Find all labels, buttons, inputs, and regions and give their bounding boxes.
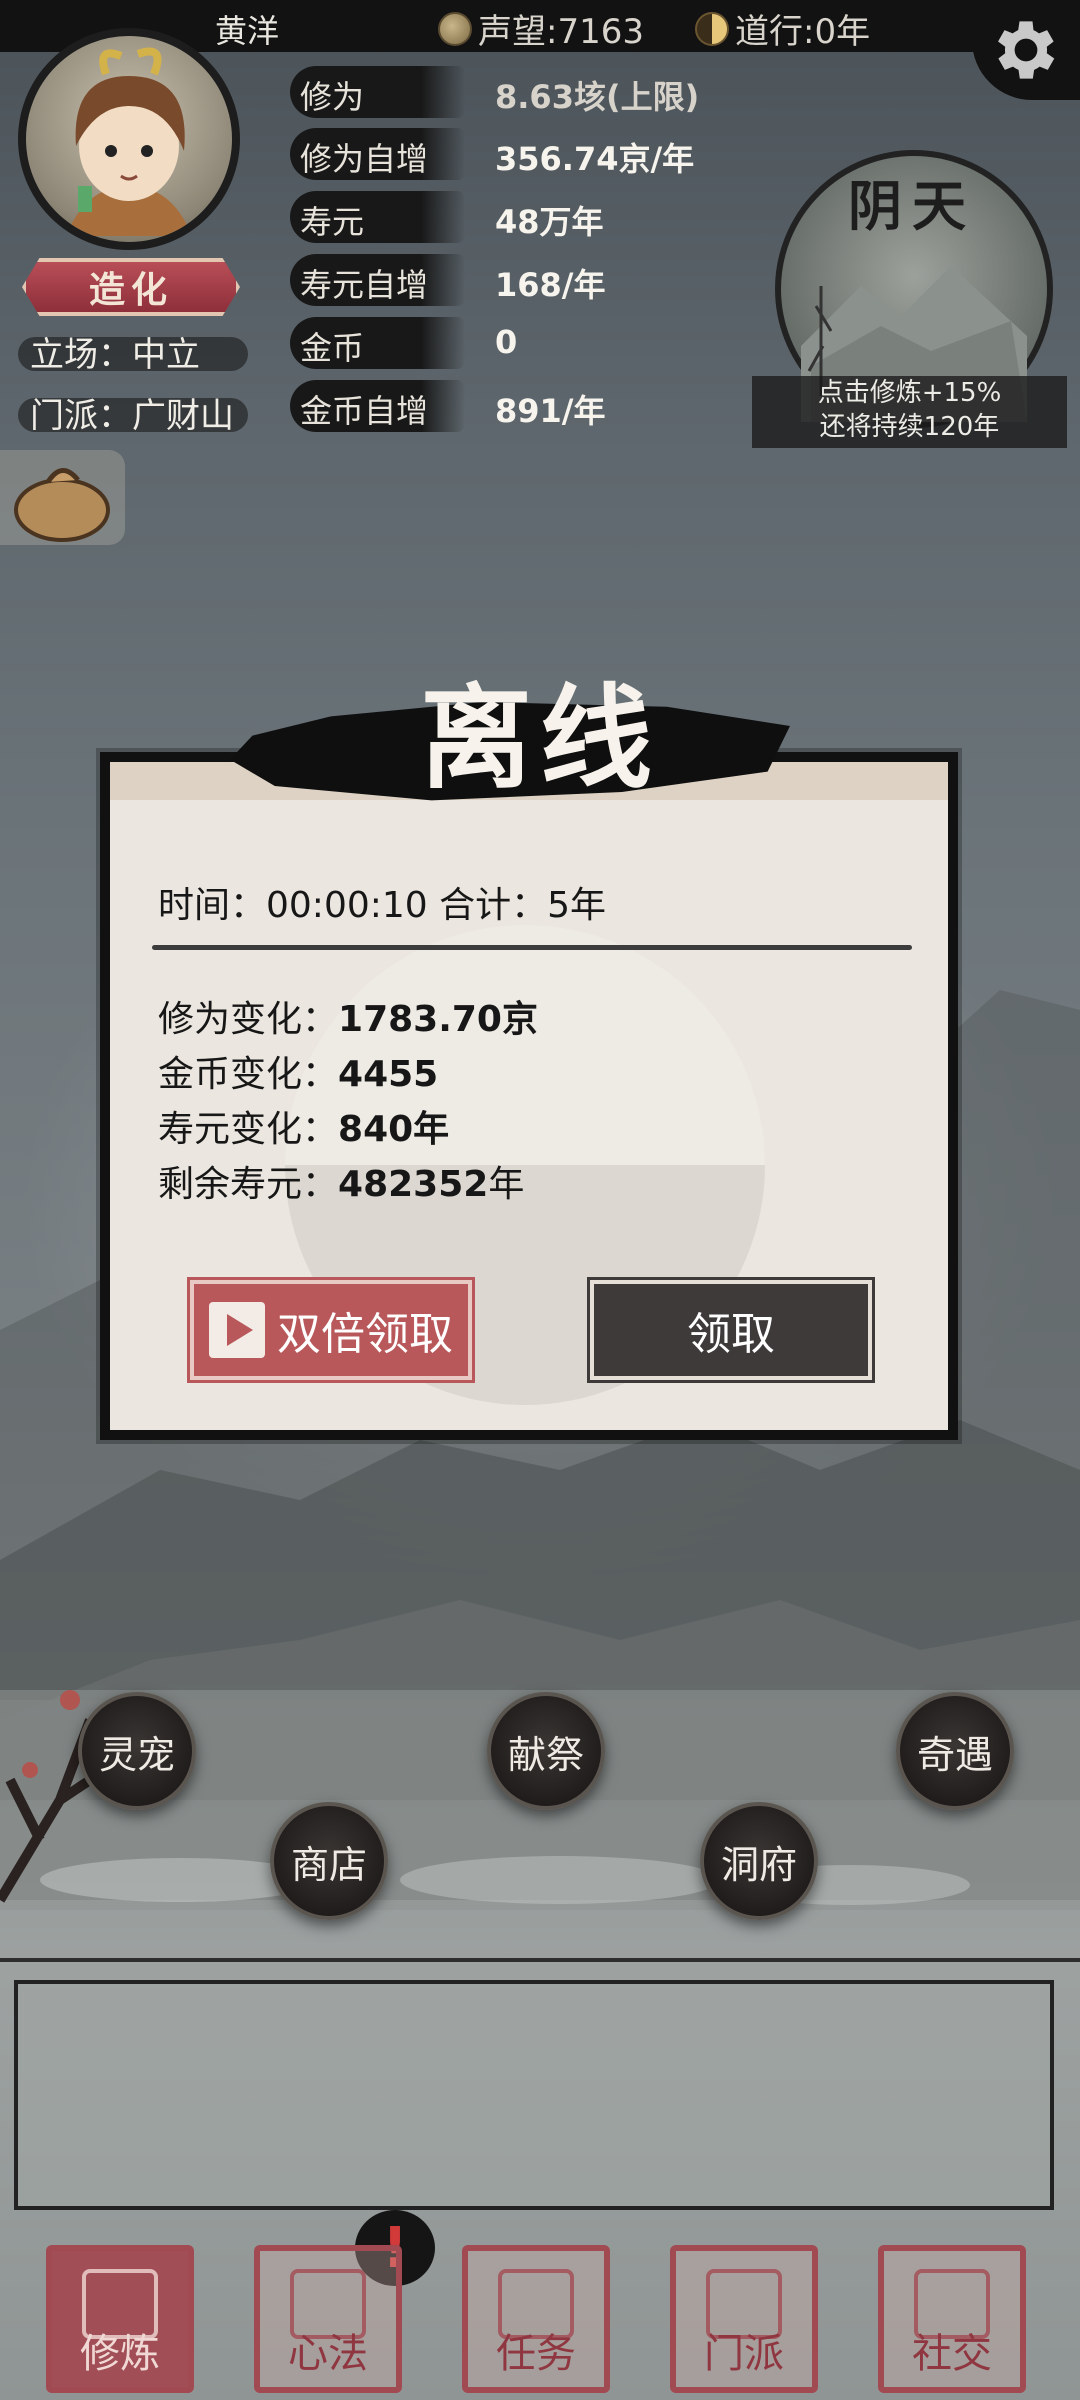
stat-label: 寿元	[300, 203, 365, 241]
stat-label: 寿元自增	[300, 266, 429, 304]
player-name: 黄洋	[215, 12, 280, 50]
result-label: 金币变化：	[158, 1054, 339, 1095]
nav-social[interactable]: 社交	[878, 2245, 1026, 2393]
result-label: 寿元变化：	[158, 1109, 339, 1150]
pet-button[interactable]: 灵宠	[78, 1692, 196, 1810]
stat-value: 8.63垓(上限)	[495, 78, 700, 116]
double-claim-label: 双倍领取	[277, 1309, 453, 1360]
reputation-stat: 声望:7163	[438, 4, 644, 53]
stat-value: 356.74京/年	[495, 140, 695, 178]
stat-label: 金币自增	[300, 392, 429, 430]
result-label: 修为变化：	[158, 999, 339, 1040]
cave-dwelling-button[interactable]: 洞府	[700, 1802, 818, 1920]
stat-value: 168/年	[495, 266, 606, 304]
stat-label: 修为自增	[300, 140, 429, 178]
bag-icon	[14, 468, 110, 542]
stat-value: 48万年	[495, 203, 604, 241]
stat-row-lifespan: 寿元 48万年	[290, 191, 810, 243]
stance-text: 立场：中立	[30, 335, 200, 375]
inventory-bag-button[interactable]	[0, 450, 125, 545]
stat-value: 891/年	[495, 392, 606, 430]
sacrifice-button[interactable]: 献祭	[487, 1692, 605, 1810]
result-row: 剩余寿元：482352年	[158, 1164, 525, 1205]
taiji-icon	[695, 11, 729, 46]
nav-cultivation[interactable]: 修炼	[46, 2245, 194, 2393]
character-portrait-icon	[66, 47, 192, 236]
stat-label: 金币	[300, 329, 365, 367]
nav-sect[interactable]: 门派	[670, 2245, 818, 2393]
stance-info: 立场：中立	[18, 327, 248, 376]
sect-info: 门派：广财山	[18, 388, 248, 437]
result-value: 4455	[338, 1054, 439, 1095]
stat-row-gold: 金币 0	[290, 317, 810, 369]
weather-title: 阴天	[848, 174, 976, 238]
stat-label: 修为	[300, 78, 365, 116]
player-avatar[interactable]	[18, 28, 240, 250]
coin-icon	[438, 11, 472, 46]
stat-row-gold-rate: 金币自增 891/年	[290, 380, 810, 432]
weather-bonus-text: 点击修炼+15%	[817, 378, 1002, 408]
sect-text: 门派：广财山	[30, 396, 234, 436]
nav-technique[interactable]: 心法	[254, 2245, 402, 2393]
result-row: 金币变化：4455	[158, 1045, 438, 1097]
result-value: 482352	[338, 1164, 489, 1205]
shop-button[interactable]: 商店	[270, 1802, 388, 1920]
message-log-panel[interactable]	[14, 1980, 1054, 2210]
stat-row-lifespan-rate: 寿元自增 168/年	[290, 254, 810, 306]
double-claim-button[interactable]: 双倍领取	[187, 1277, 475, 1383]
stat-row-cultivation: 修为 8.63垓(上限)	[290, 66, 810, 118]
settings-button[interactable]	[972, 0, 1080, 100]
result-label: 剩余寿元：	[158, 1164, 339, 1205]
dao-practice-value: 道行:0年	[735, 12, 871, 52]
claim-label: 领取	[687, 1309, 775, 1360]
result-value: 1783.70京	[338, 999, 538, 1040]
stat-row-cultivation-rate: 修为自增 356.74京/年	[290, 128, 810, 180]
offline-time-line: 时间：00:00:10 合计：5年	[158, 885, 607, 926]
stat-value: 0	[495, 323, 518, 361]
rank-badge[interactable]: 造化	[22, 258, 240, 316]
result-row: 寿元变化：840年	[158, 1100, 449, 1152]
nav-quest[interactable]: 任务	[462, 2245, 610, 2393]
weather-info: 点击修炼+15% 还将持续120年	[752, 376, 1067, 448]
reputation-value: 声望:7163	[478, 12, 644, 52]
result-row: 修为变化：1783.70京	[158, 990, 538, 1042]
claim-button[interactable]: 领取	[587, 1277, 875, 1383]
play-icon	[209, 1302, 265, 1358]
gear-icon	[998, 21, 1055, 79]
dao-practice-stat: 道行:0年	[695, 4, 870, 53]
weather-duration-text: 还将持续120年	[819, 412, 1000, 442]
result-value: 840年	[338, 1109, 450, 1150]
dialog-title: 离线	[420, 673, 660, 804]
encounter-button[interactable]: 奇遇	[896, 1692, 1014, 1810]
dialog-divider	[152, 945, 912, 950]
